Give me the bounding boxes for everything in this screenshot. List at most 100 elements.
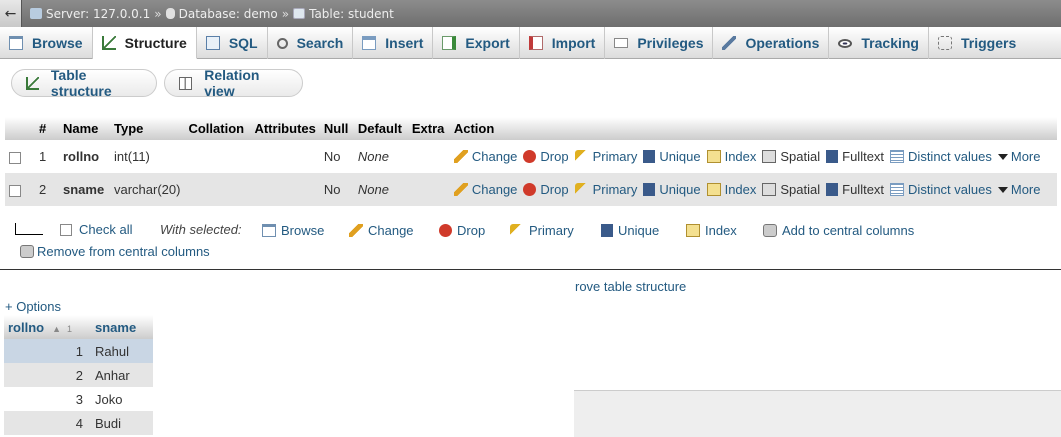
field-default: None [353,140,408,173]
subtab-label: Table structure [50,67,112,99]
check-all[interactable]: Check all [60,222,132,237]
tab-browse[interactable]: Browse [0,27,93,59]
ws-index-button[interactable]: Index [686,223,737,238]
drop-link[interactable]: Drop [523,182,569,197]
table-row[interactable]: 4 Budi [4,411,153,435]
cell-sname: Budi [91,411,153,435]
breadcrumb: ← Server: 127.0.0.1 » Database: demo » T… [0,0,1061,27]
field-type: int(11) [110,140,185,173]
more-dropdown[interactable]: More [997,182,1041,197]
unique-icon [643,183,656,196]
row-checkbox[interactable] [9,184,21,197]
distinct-values-link[interactable]: Distinct values [890,149,992,164]
insert-icon [362,36,377,50]
ws-primary-button[interactable]: Primary [510,223,574,238]
index-link[interactable]: Index [706,149,756,164]
export-icon [442,36,457,50]
subtab-table-structure[interactable]: Table structure [11,67,157,99]
spatial-link[interactable]: Spatial [762,182,820,197]
tab-label: Tracking [861,35,919,51]
index-icon [706,150,721,163]
results-header-rollno[interactable]: rollno ▲ 1 [4,315,91,339]
row-checkbox[interactable] [9,151,21,164]
tab-structure[interactable]: Structure [92,27,197,59]
tab-tracking[interactable]: Tracking [829,27,929,59]
index-link[interactable]: Index [706,182,757,197]
column-label: rollno [8,319,45,335]
import-icon [528,36,543,50]
ws-add-central-button[interactable]: Add to central columns [763,223,914,238]
ws-drop-button[interactable]: Drop [439,223,485,238]
relation-icon [179,76,193,90]
breadcrumb-table[interactable]: Table: student [293,7,394,21]
tab-triggers[interactable]: Triggers [929,27,1025,59]
browse-icon [9,36,23,50]
action-label: Fulltext [842,149,885,164]
breadcrumb-server[interactable]: Server: 127.0.0.1 » [30,7,162,21]
main-tabs: Browse Structure SQL Search Insert Expor… [0,27,1061,59]
check-all-checkbox[interactable] [60,223,72,236]
field-null: No [319,173,354,206]
wrench-icon [722,36,737,50]
spatial-link[interactable]: Spatial [762,149,820,164]
tab-insert[interactable]: Insert [353,27,434,59]
ws-change-button[interactable]: Change [349,223,414,238]
distinct-values-link[interactable]: Distinct values [890,182,992,197]
cell-sname: Anhar [91,363,153,387]
table-row[interactable]: 3 Joko [4,387,153,411]
action-label: Change [471,182,518,197]
right-panel [574,390,1061,437]
header-num: # [35,117,59,140]
with-selected-label: With selected: [160,222,242,237]
action-label: Change [471,149,518,164]
action-label: More [1010,182,1041,197]
change-link[interactable]: Change [453,182,518,197]
ws-browse-button[interactable]: Browse [262,223,324,238]
tab-export[interactable]: Export [433,27,520,59]
table-row: 2 sname varchar(20) No None Change Drop … [5,173,1057,206]
tab-privileges[interactable]: Privileges [605,27,714,59]
primary-link[interactable]: Primary [574,182,637,197]
fulltext-link[interactable]: Fulltext [826,149,884,164]
chevron-down-icon [997,153,1008,160]
unique-link[interactable]: Unique [643,182,701,197]
table-row[interactable]: 1 Rahul [4,339,153,363]
fulltext-link[interactable]: Fulltext [826,182,884,197]
change-link[interactable]: Change [453,149,518,164]
subtab-relation-view[interactable]: Relation view [164,67,303,99]
ws-label: Drop [457,223,486,238]
action-label: Index [724,182,757,197]
ws-unique-button[interactable]: Unique [601,223,659,238]
check-all-label: Check all [79,222,133,237]
unique-icon [601,224,613,237]
tab-sql[interactable]: SQL [197,27,268,59]
more-dropdown[interactable]: More [997,149,1040,164]
options-link[interactable]: + Options [5,299,61,314]
tab-label: Browse [32,35,83,51]
field-extra [407,140,450,173]
table-icon [293,8,306,19]
header-action: Action [449,117,1057,140]
drop-link[interactable]: Drop [523,149,569,164]
ws-label: Primary [529,223,574,238]
primary-link[interactable]: Primary [574,149,637,164]
tab-import[interactable]: Import [520,27,606,59]
breadcrumb-database[interactable]: Database: demo » [165,7,289,21]
tab-label: Export [465,35,510,51]
results-header-sname[interactable]: sname [91,315,153,339]
back-arrow-icon[interactable]: ← [0,0,22,27]
tab-operations[interactable]: Operations [713,27,830,59]
tab-label: Search [296,35,344,51]
unique-link[interactable]: Unique [643,149,701,164]
row-num: 2 [35,173,59,206]
table-row[interactable]: 2 Anhar [4,363,153,387]
cell-rollno: 3 [4,387,91,411]
eye-icon [838,38,853,48]
tab-search[interactable]: Search [268,27,354,59]
arrow-up-icon [15,221,43,235]
structure-icon [101,35,116,50]
cell-rollno: 1 [4,339,91,363]
tab-label: Triggers [960,35,1017,51]
improve-structure-link[interactable]: rove table structure [575,279,686,294]
ws-remove-central-button[interactable]: Remove from central columns [20,244,210,259]
